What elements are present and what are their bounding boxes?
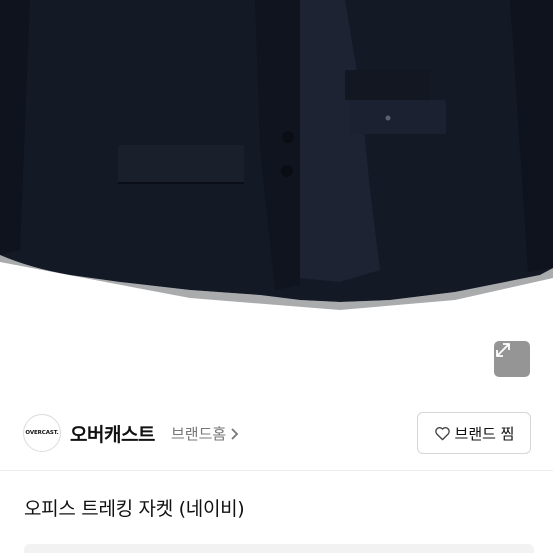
brand-row: OVERCAST. 오버캐스트 브랜드홈 브랜드 찜 bbox=[0, 408, 553, 460]
brand-like-label: 브랜드 찜 bbox=[454, 424, 515, 443]
brand-logo[interactable]: OVERCAST. bbox=[23, 414, 61, 452]
chevron-right-icon bbox=[231, 427, 239, 440]
divider bbox=[0, 470, 553, 471]
expand-arrows-icon bbox=[496, 343, 510, 357]
product-title: 오피스 트레킹 자켓 (네이비) bbox=[24, 498, 245, 520]
brand-like-button[interactable]: 브랜드 찜 bbox=[417, 412, 531, 454]
jacket-illustration bbox=[0, 0, 553, 310]
brand-home-label: 브랜드홈 bbox=[171, 425, 227, 443]
product-image[interactable] bbox=[0, 0, 553, 390]
brand-home-link[interactable]: 브랜드홈 bbox=[171, 423, 240, 444]
brand-name[interactable]: 오버캐스트 bbox=[70, 420, 155, 447]
heart-outline-icon bbox=[434, 426, 450, 440]
expand-image-button[interactable] bbox=[494, 341, 530, 377]
option-block bbox=[24, 544, 534, 553]
brand-logo-text: OVERCAST. bbox=[25, 430, 59, 436]
